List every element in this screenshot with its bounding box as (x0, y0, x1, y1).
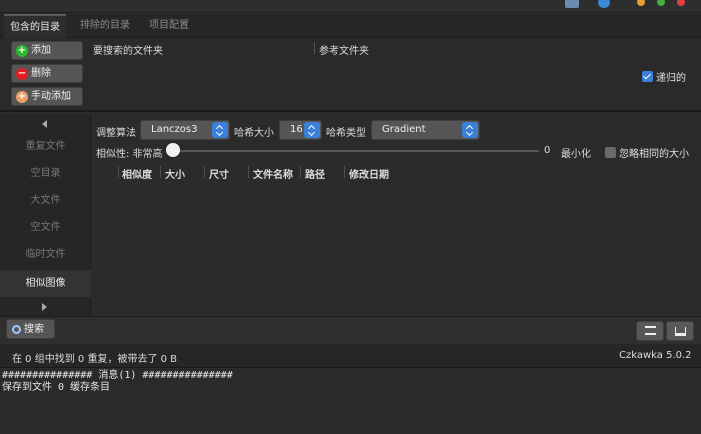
minus-icon: − (16, 67, 28, 80)
tab-excluded-dirs[interactable]: 排除的目录 (74, 14, 136, 38)
sidebar-item-big-files[interactable]: 大文件 (0, 187, 91, 214)
status-bar: 在 0 组中找到 0 重复，被带去了 0 B Czkawka 5.0.2 (0, 344, 701, 368)
manual-add-label: 手动添加 (31, 91, 71, 102)
maximize-window-icon[interactable] (657, 0, 665, 6)
scroll-down-icon[interactable] (42, 303, 47, 311)
add-dir-button[interactable]: + 添加 (11, 41, 83, 60)
similar-images-panel: 调整算法 Lanczos3 哈希大小 16 哈希类型 Gradient 相似性:… (92, 114, 701, 316)
column-header-size[interactable]: 大小 (165, 166, 185, 181)
manual-add-button[interactable]: + 手动添加 (11, 87, 83, 106)
tab-project-config[interactable]: 项目配置 (143, 14, 195, 38)
column-separator (160, 166, 161, 178)
hash-type-label: 哈希类型 (326, 128, 366, 139)
scroll-up-icon[interactable] (42, 120, 47, 128)
similarity-slider-handle[interactable] (166, 143, 180, 157)
plus-icon: + (16, 44, 28, 57)
title-bar (0, 0, 701, 13)
ignore-same-size-checkbox[interactable]: 忽略相同的大小 (605, 145, 689, 160)
list-select-icon (645, 326, 656, 335)
similarity-label: 相似性: 非常高 (96, 149, 163, 160)
remove-dir-button[interactable]: − 删除 (11, 64, 83, 83)
resize-algorithm-select[interactable]: Lanczos3 (140, 120, 230, 140)
plus-circle-icon: + (16, 90, 28, 103)
tool-sidebar: 重复文件 空目录 大文件 空文件 临时文件 相似图像 (0, 114, 91, 316)
log-line: 保存到文件 0 缓存条目 (2, 382, 111, 393)
sidebar-item-empty-files[interactable]: 空文件 (0, 214, 91, 241)
hash-type-select[interactable]: Gradient (371, 120, 480, 140)
search-folder-column-header[interactable]: 要搜索的文件夹 (93, 42, 163, 57)
action-bar: 搜索 (0, 316, 701, 344)
remove-dir-label: 删除 (31, 68, 51, 79)
hash-size-label: 哈希大小 (234, 128, 274, 139)
search-label: 搜索 (24, 323, 44, 335)
resize-algorithm-label: 调整算法 (96, 128, 136, 139)
column-separator (204, 166, 205, 178)
message-log[interactable]: ############### 消息(1) ############### 保存到… (0, 369, 701, 434)
tab-included-dirs[interactable]: 包含的目录 (4, 14, 66, 38)
select-button[interactable] (636, 321, 664, 341)
sidebar-item-empty-dirs[interactable]: 空目录 (0, 160, 91, 187)
column-separator (300, 166, 301, 178)
version-text: Czkawka 5.0.2 (619, 350, 692, 361)
column-separator (314, 42, 315, 54)
checkbox-unchecked-icon (605, 147, 616, 158)
column-header-path[interactable]: 路径 (305, 166, 325, 181)
column-separator (248, 166, 249, 178)
recursive-checkbox[interactable]: 递归的 (642, 69, 686, 84)
similarity-slider-value: 0 (544, 145, 551, 156)
sidebar-item-similar-images[interactable]: 相似图像 (0, 270, 91, 297)
status-text: 在 0 组中找到 0 重复，被带去了 0 B (12, 354, 178, 365)
save-icon (675, 327, 686, 336)
reference-folder-column-header[interactable]: 参考文件夹 (319, 42, 369, 57)
chevron-up-down-icon (212, 122, 228, 138)
resize-algorithm-value: Lanczos3 (151, 124, 198, 135)
log-line: ############### 消息(1) ############### (2, 370, 233, 381)
column-header-similarity[interactable]: 相似度 (122, 166, 152, 181)
chevron-up-down-icon (462, 122, 478, 138)
app-icon (565, 0, 579, 8)
column-separator (118, 166, 119, 178)
close-window-icon[interactable] (677, 0, 685, 6)
sidebar-item-temp-files[interactable]: 临时文件 (0, 241, 91, 268)
add-dir-label: 添加 (31, 45, 51, 56)
column-header-modified-date[interactable]: 修改日期 (349, 166, 389, 181)
similarity-slider-track[interactable] (166, 150, 539, 152)
recursive-label: 递归的 (656, 73, 686, 84)
checkbox-checked-icon (642, 71, 653, 82)
save-button[interactable] (666, 321, 694, 341)
minimize-label: 最小化 (561, 149, 591, 160)
theme-icon[interactable] (598, 0, 610, 8)
hash-size-value: 16 (290, 124, 303, 135)
hash-size-select[interactable]: 16 (279, 120, 322, 140)
hash-type-value: Gradient (382, 124, 426, 135)
ignore-same-size-label: 忽略相同的大小 (619, 149, 689, 160)
included-dirs-panel: + 添加 − 删除 + 手动添加 要搜索的文件夹 参考文件夹 递归的 (0, 38, 701, 112)
column-header-dimensions[interactable]: 尺寸 (209, 166, 229, 181)
minimize-window-icon[interactable] (637, 0, 645, 6)
directory-tabs: 包含的目录 排除的目录 项目配置 (0, 14, 701, 38)
search-icon (12, 324, 21, 334)
chevron-up-down-icon (304, 122, 320, 138)
column-separator (344, 166, 345, 178)
column-header-file-name[interactable]: 文件名称 (253, 166, 293, 181)
sidebar-item-duplicate-files[interactable]: 重复文件 (0, 133, 91, 160)
search-button[interactable]: 搜索 (6, 319, 55, 339)
